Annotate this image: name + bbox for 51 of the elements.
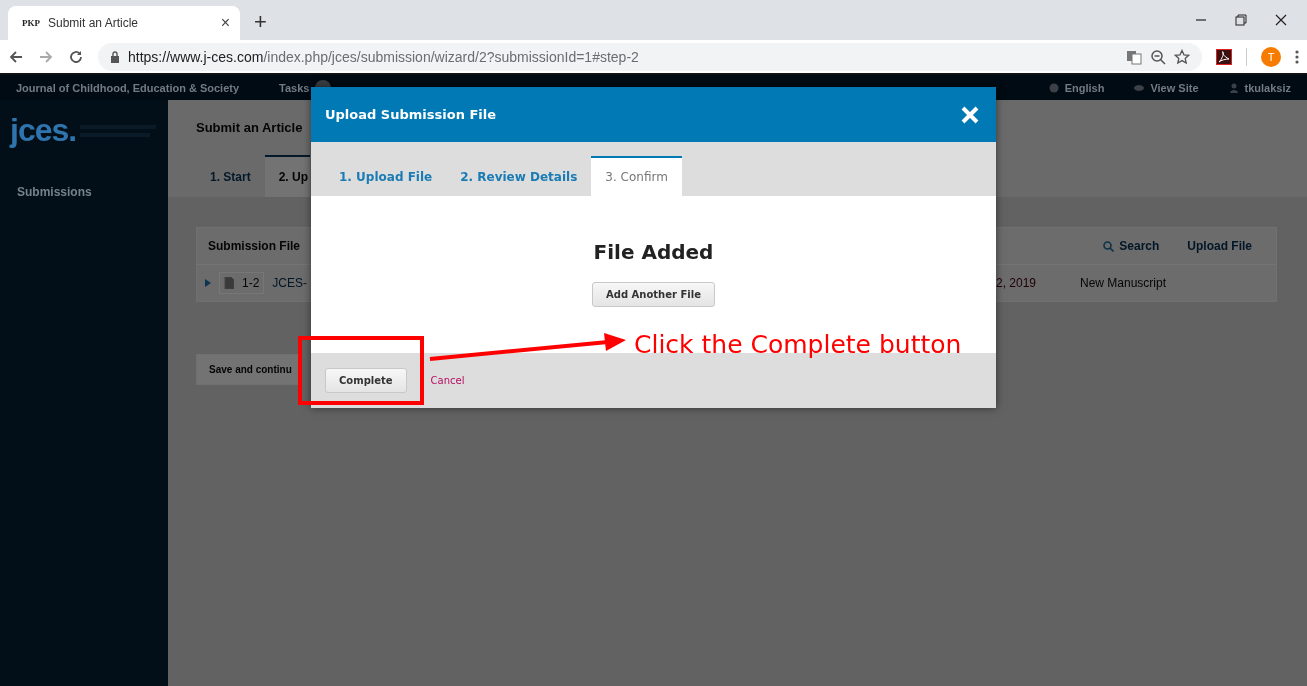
modal-title: Upload Submission File: [325, 107, 497, 122]
page-title: Submit an Article: [196, 120, 304, 135]
browser-tab[interactable]: PKP Submit an Article ×: [8, 6, 240, 40]
search-icon: [1103, 240, 1115, 252]
cancel-link[interactable]: Cancel: [430, 375, 465, 386]
journal-name[interactable]: Journal of Childhood, Education & Society: [16, 81, 240, 94]
wizard-tab[interactable]: 1. Upload File: [325, 156, 447, 196]
add-another-file-button[interactable]: Add Another File: [592, 282, 715, 307]
user-icon: [1228, 82, 1239, 93]
user-menu-link[interactable]: View Site: [1150, 81, 1199, 94]
journal-logo: jces.: [10, 112, 77, 149]
file-name-link[interactable]: JCES-: [272, 276, 307, 290]
file-id: 1-2: [241, 275, 261, 292]
save-and-continue-button[interactable]: Save and continu: [196, 354, 299, 385]
star-icon[interactable]: [1174, 48, 1190, 65]
pdf-extension-icon[interactable]: [1216, 48, 1232, 65]
step-tab[interactable]: 2. Up: [264, 155, 311, 197]
tab-title: Submit an Article: [48, 16, 140, 30]
close-tab-button[interactable]: ×: [220, 14, 230, 32]
user-menu-link[interactable]: English: [1064, 81, 1105, 94]
panel-action-link[interactable]: Upload File: [1187, 239, 1252, 253]
lock-icon: [110, 50, 120, 63]
globe-icon: [1048, 82, 1059, 93]
restore-icon[interactable]: [1235, 14, 1247, 26]
panel-title: Submission File: [208, 239, 300, 253]
close-icon[interactable]: [1275, 14, 1287, 26]
panel-action-link[interactable]: Search: [1103, 239, 1160, 253]
url-host: https://www.j-ces.com: [128, 48, 264, 65]
callout-text: Click the Complete button: [634, 330, 962, 359]
file-type: New Manuscript: [1080, 276, 1168, 290]
new-tab-button[interactable]: +: [254, 9, 267, 35]
complete-button[interactable]: Complete: [325, 368, 407, 393]
eye-icon: [1134, 82, 1145, 93]
zoom-out-icon[interactable]: [1150, 48, 1166, 65]
back-icon[interactable]: [8, 48, 24, 65]
confirmation-heading: File Added: [593, 240, 714, 264]
profile-avatar[interactable]: T: [1261, 46, 1281, 67]
wizard-tab[interactable]: 3. Confirm: [591, 156, 682, 196]
favicon: PKP: [22, 18, 40, 28]
file-date: 2, 2019: [996, 276, 1038, 290]
step-tab[interactable]: 1. Start: [196, 155, 265, 197]
address-bar[interactable]: https://www.j-ces.com/index.php/jces/submission/wizard/2?submissionId=1#step-2: [98, 42, 1202, 71]
wizard-tab[interactable]: 2. Review Details: [446, 156, 592, 196]
tasks-link[interactable]: Tasks: [279, 81, 310, 94]
translate-icon[interactable]: [1126, 48, 1142, 65]
user-menu-link[interactable]: tkulaksiz: [1244, 81, 1291, 94]
expand-icon[interactable]: [205, 279, 211, 287]
sidebar-item[interactable]: Submissions: [10, 185, 158, 199]
menu-icon[interactable]: [1295, 48, 1299, 65]
url-path: /index.php/jces/submission/wizard/2?submissionId=1#step-2: [263, 48, 639, 65]
reload-icon[interactable]: [68, 48, 84, 65]
